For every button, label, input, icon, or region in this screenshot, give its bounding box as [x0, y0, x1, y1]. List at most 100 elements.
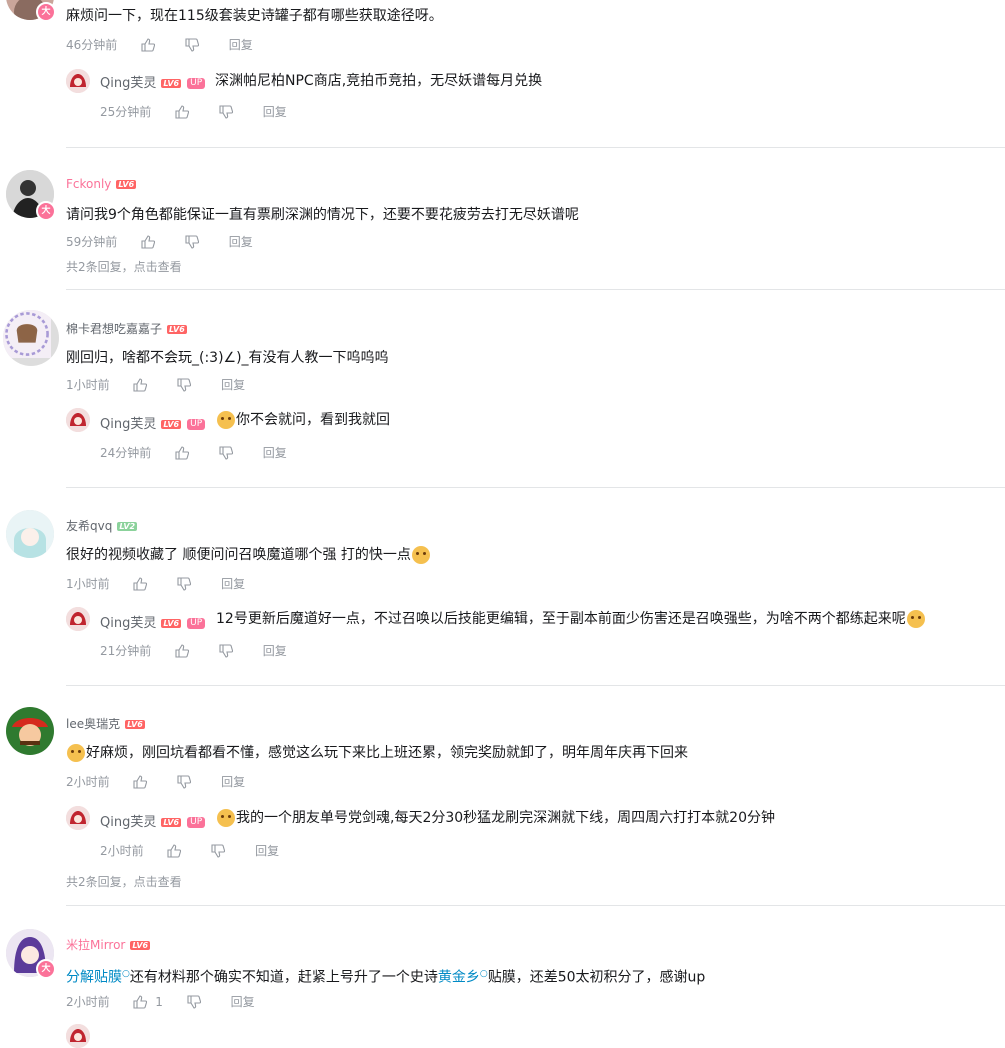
reply-text-body: 我的一个朋友单号党剑魂,每天2分30秒猛龙刷完深渊就下线，周四周六打打本就20分…	[236, 810, 775, 826]
username-text[interactable]: 棉卡君想吃嘉嘉子	[66, 322, 162, 336]
search-link[interactable]: 分解贴膜	[66, 970, 122, 986]
reply-button[interactable]: 回复	[229, 36, 253, 53]
up-badge: UP	[187, 78, 206, 89]
thumb-down-icon[interactable]	[187, 994, 201, 1009]
reply-time: 21分钟前	[100, 644, 152, 658]
thumb-up-icon[interactable]	[175, 104, 190, 119]
username[interactable]: 米拉Mirror LV6	[66, 936, 151, 953]
reply-meta: 24分钟前 回复	[100, 444, 287, 461]
view-more-replies[interactable]: 共2条回复，点击查看	[66, 873, 182, 890]
reply-button[interactable]: 回复	[263, 444, 287, 461]
comment-time: 2小时前	[66, 995, 110, 1009]
comment-text: 很好的视频收藏了 顺便问问召唤魔道哪个强 打的快一点	[66, 545, 431, 565]
comment-time: 1小时前	[66, 378, 110, 392]
thumb-down-icon[interactable]	[211, 843, 226, 858]
comment-meta: 1小时前 回复	[66, 575, 245, 592]
thumb-up-icon[interactable]	[167, 843, 182, 858]
reply-username-text[interactable]: Qing芙灵	[100, 815, 156, 830]
reply-username[interactable]: Qing芙灵 LV6 UP	[100, 612, 206, 631]
comment-text: 麻烦问一下，现在115级套装史诗罐子都有哪些获取途径呀。	[66, 8, 443, 24]
reply-avatar[interactable]	[66, 408, 90, 432]
reply-button[interactable]: 回复	[231, 993, 255, 1010]
thumb-up-icon[interactable]	[133, 377, 148, 392]
up-badge: UP	[187, 419, 206, 430]
reply-username-text[interactable]: Qing芙灵	[100, 616, 156, 631]
view-more-replies[interactable]: 共2条回复，点击查看	[66, 258, 182, 275]
comment-time: 59分钟前	[66, 235, 118, 249]
thumb-down-icon[interactable]	[219, 104, 233, 119]
username[interactable]: 棉卡君想吃嘉嘉子 LV6	[66, 320, 187, 337]
username-text[interactable]: 米拉Mirror	[66, 938, 125, 952]
doge-emoji-icon	[411, 546, 430, 564]
reply-username[interactable]: Qing芙灵 LV6 UP	[100, 72, 206, 91]
divider	[66, 905, 1005, 906]
thumb-up-icon[interactable]	[175, 445, 190, 460]
reply-avatar[interactable]	[66, 69, 90, 93]
doge-emoji-icon	[906, 610, 925, 628]
up-badge: UP	[187, 618, 206, 629]
level-badge: LV6	[161, 818, 182, 827]
thumb-up-icon[interactable]	[133, 576, 148, 591]
up-badge: UP	[187, 817, 206, 828]
divider	[66, 289, 1005, 290]
comment-meta: 1小时前 回复	[66, 376, 245, 393]
thumb-down-icon[interactable]	[185, 234, 199, 249]
reply-button[interactable]: 回复	[229, 233, 253, 250]
divider	[66, 147, 1005, 148]
reply-avatar[interactable]	[66, 806, 90, 830]
reply-time: 25分钟前	[100, 105, 152, 119]
username-text[interactable]: 友希qvq	[66, 519, 112, 533]
thumb-down-icon[interactable]	[177, 774, 192, 789]
reply-button[interactable]: 回复	[263, 103, 287, 120]
reply-button[interactable]: 回复	[221, 773, 245, 790]
comment-meta: 2小时前 1 回复	[66, 993, 255, 1010]
level-badge: LV6	[130, 941, 151, 950]
reply-avatar[interactable]	[66, 1024, 90, 1048]
comment-text-body: 好麻烦，刚回坑看都看不懂，感觉这么玩下来比上班还累，领完奖励就卸了，明年周年庆再…	[86, 745, 688, 761]
thumb-down-icon[interactable]	[219, 643, 233, 658]
reply-text-body: 12号更新后魔道好一点，不过召唤以后技能更编辑，至于副本前面少伤害还是召唤强些，…	[216, 611, 906, 627]
level-badge: LV6	[167, 325, 187, 334]
search-link[interactable]: 黄金乡	[438, 970, 480, 986]
reply-text: 深渊帕尼柏NPC商店,竞拍币竞拍，无尽妖谱每月兑换	[215, 73, 543, 89]
reply-button[interactable]: 回复	[221, 575, 245, 592]
level-badge: LV6	[161, 79, 182, 88]
reply-text: 你不会就问，看到我就回	[216, 410, 390, 430]
avatar[interactable]	[6, 510, 54, 558]
avatar[interactable]	[3, 310, 59, 366]
comment-time: 2小时前	[66, 775, 110, 789]
username-text[interactable]: lee奥瑞克	[66, 717, 120, 731]
username[interactable]: 友希qvq LV2	[66, 517, 138, 534]
thumb-up-icon[interactable]	[133, 994, 148, 1009]
reply-username-text[interactable]: Qing芙灵	[100, 76, 156, 91]
reply-username[interactable]: Qing芙灵 LV6 UP	[100, 811, 206, 830]
thumb-down-icon[interactable]	[219, 445, 233, 460]
avatar[interactable]	[6, 707, 54, 755]
doge-emoji-icon	[217, 809, 235, 827]
reply-time: 2小时前	[100, 844, 144, 858]
thumb-up-icon[interactable]	[175, 643, 190, 658]
comment-text: 请问我9个角色都能保证一直有票刷深渊的情况下，还要不要花疲劳去打无尽妖谱呢	[66, 207, 579, 223]
reply-avatar[interactable]	[66, 607, 90, 631]
username-text[interactable]: Fckonly	[66, 177, 111, 191]
thumb-up-icon[interactable]	[141, 37, 156, 52]
reply-text: 我的一个朋友单号党剑魂,每天2分30秒猛龙刷完深渊就下线，周四周六打打本就20分…	[216, 808, 775, 828]
thumb-up-icon[interactable]	[141, 234, 156, 249]
username[interactable]: Fckonly LV6	[66, 177, 137, 191]
comment-time: 46分钟前	[66, 38, 118, 52]
reply-username[interactable]: Qing芙灵 LV6 UP	[100, 413, 206, 432]
level-badge: LV6	[161, 420, 182, 429]
thumb-down-icon[interactable]	[177, 576, 192, 591]
reply-button[interactable]: 回复	[221, 376, 245, 393]
comment-time: 1小时前	[66, 577, 110, 591]
thumb-down-icon[interactable]	[185, 37, 199, 52]
thumb-down-icon[interactable]	[177, 377, 192, 392]
thumb-up-icon[interactable]	[133, 774, 148, 789]
divider	[66, 685, 1005, 686]
reply-meta: 25分钟前 回复	[100, 103, 287, 120]
reply-username-text[interactable]: Qing芙灵	[100, 417, 156, 432]
search-icon: ○	[122, 969, 130, 979]
reply-button[interactable]: 回复	[263, 642, 287, 659]
username[interactable]: lee奥瑞克 LV6	[66, 715, 145, 732]
reply-button[interactable]: 回复	[255, 842, 279, 859]
